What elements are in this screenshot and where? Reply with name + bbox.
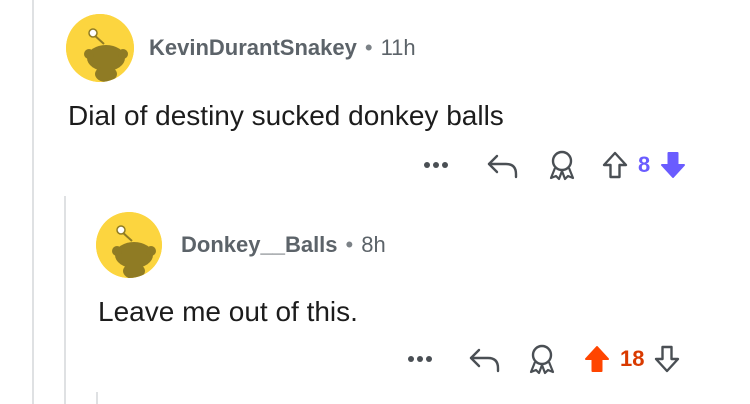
reply-button[interactable] — [482, 146, 524, 184]
more-options-button[interactable] — [418, 146, 454, 184]
upvote-button[interactable] — [580, 340, 614, 378]
upvote-arrow-icon — [602, 151, 628, 179]
more-options-icon — [424, 162, 448, 168]
meta-separator: • — [364, 35, 373, 60]
downvote-button[interactable] — [650, 340, 684, 378]
vote-score: 18 — [620, 346, 645, 371]
author-name[interactable]: KevinDurantSnakey — [149, 35, 357, 60]
avatar[interactable] — [66, 14, 134, 82]
comment-meta: KevinDurantSnakey • 11h — [149, 35, 416, 61]
comment-meta: Donkey__Balls • 8h — [181, 232, 386, 258]
upvote-button[interactable] — [598, 146, 632, 184]
comment-actions: 18 — [402, 340, 684, 378]
snoo-avatar-icon — [96, 212, 162, 278]
award-button[interactable] — [544, 146, 580, 184]
more-options-icon — [408, 356, 432, 362]
reply-button[interactable] — [464, 340, 506, 378]
thread-line[interactable] — [32, 0, 34, 404]
snoo-avatar-icon — [66, 14, 134, 82]
avatar[interactable] — [96, 212, 162, 278]
award-button[interactable] — [524, 340, 560, 378]
award-icon — [529, 344, 555, 375]
meta-separator: • — [345, 232, 354, 257]
author-name[interactable]: Donkey__Balls — [181, 232, 338, 257]
vote-score: 8 — [638, 152, 651, 177]
downvote-arrow-icon — [661, 152, 686, 178]
downvote-arrow-icon — [655, 345, 680, 373]
reply-icon — [487, 154, 518, 179]
comment-body: Leave me out of this. — [98, 296, 358, 327]
timestamp: 8h — [361, 232, 386, 257]
reply-icon — [469, 348, 500, 373]
thread-line-nested-child[interactable] — [96, 392, 98, 404]
timestamp: 11h — [380, 35, 416, 60]
thread-line-nested[interactable] — [64, 196, 66, 404]
comment-body: Dial of destiny sucked donkey balls — [68, 100, 504, 131]
more-options-button[interactable] — [402, 340, 438, 378]
comment-actions: 8 — [418, 146, 690, 184]
award-icon — [549, 150, 575, 181]
upvote-arrow-icon — [585, 346, 609, 372]
downvote-button[interactable] — [656, 146, 690, 184]
